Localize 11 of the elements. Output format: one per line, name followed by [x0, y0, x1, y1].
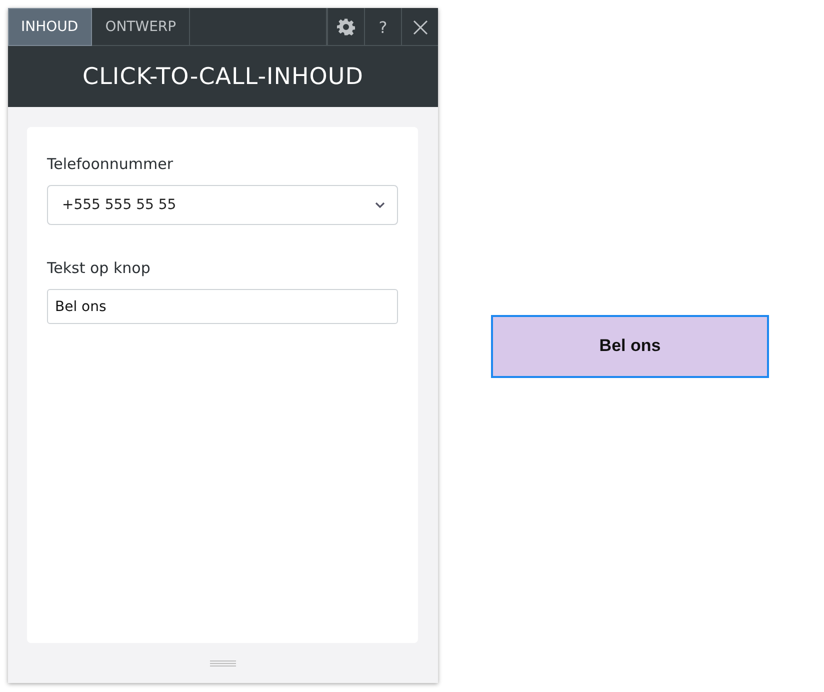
resize-handle-icon[interactable]: [210, 660, 236, 666]
close-icon: [412, 20, 428, 34]
phone-select[interactable]: +555 555 55 55: [47, 185, 398, 225]
call-button[interactable]: Bel ons: [491, 314, 769, 378]
panel-title: CLICK-TO-CALL-INHOUD: [8, 46, 438, 107]
tab[interactable]: INHOUD: [8, 8, 92, 46]
field-label: Tekst op knop: [47, 259, 152, 277]
chevron-icon: [375, 202, 385, 208]
input-field[interactable]: Bel ons: [47, 289, 398, 324]
settings-icon: [337, 18, 355, 36]
field-label: Telefoonnummer: [47, 155, 174, 173]
